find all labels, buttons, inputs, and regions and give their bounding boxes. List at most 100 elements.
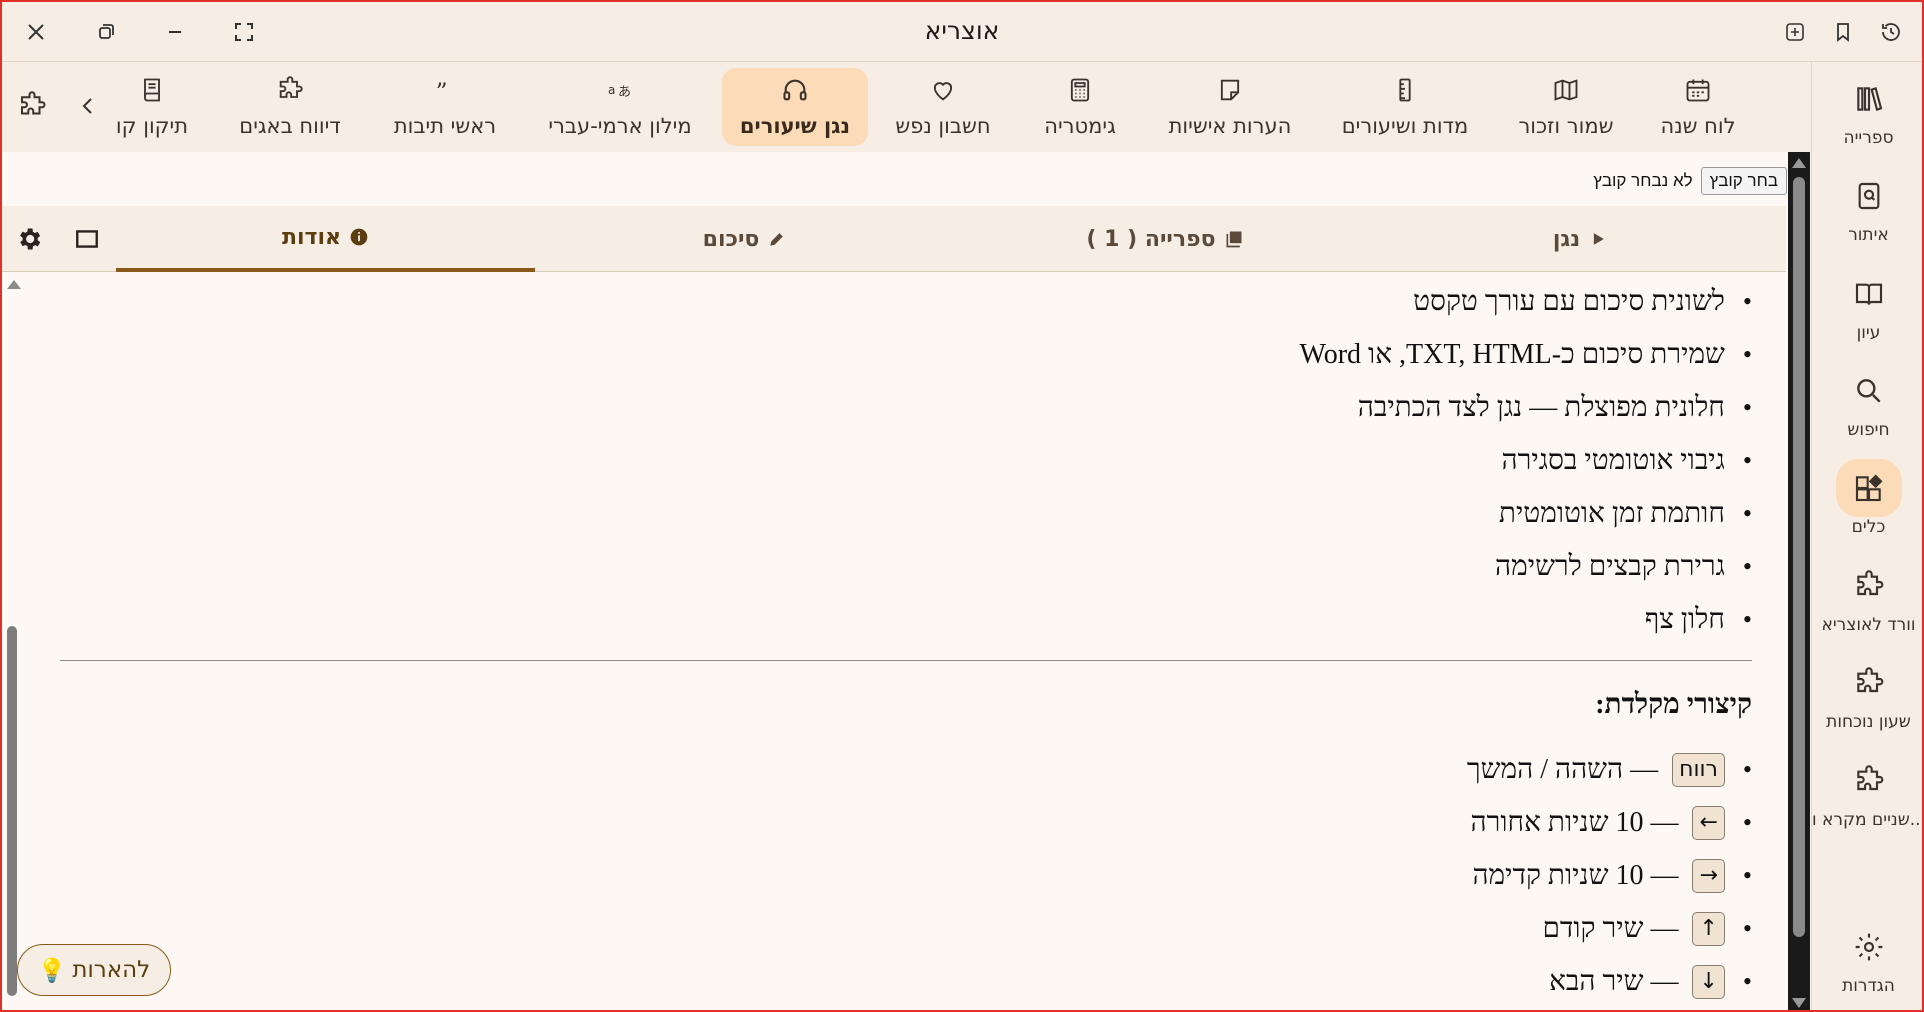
heart-icon bbox=[888, 76, 998, 106]
rail-label: חיפוש bbox=[1847, 420, 1890, 440]
map-icon bbox=[1500, 76, 1632, 106]
info-icon bbox=[350, 228, 368, 246]
tool-label: ראשי תיבות bbox=[393, 114, 497, 138]
note-icon bbox=[1155, 76, 1305, 106]
play-icon bbox=[1594, 233, 1605, 245]
list-item: לשונית סיכום עם עורך טקסט bbox=[60, 275, 1752, 328]
chevron-left-icon[interactable] bbox=[70, 88, 106, 124]
key-badge: רווח bbox=[1672, 752, 1725, 787]
key-badge: ↑ bbox=[1692, 911, 1725, 946]
tab-about[interactable]: אודות bbox=[116, 206, 535, 272]
shortcut-item: ↑— שיר קודם bbox=[60, 902, 1752, 955]
tool-label: תיקון קו bbox=[115, 114, 189, 138]
rail-item-library[interactable]: ספרייה bbox=[1812, 70, 1924, 160]
tool-bug-report[interactable]: דיווח באגים bbox=[232, 68, 348, 146]
rail-item-tools[interactable]: כלים bbox=[1812, 459, 1924, 549]
rail-label: הגדרות bbox=[1842, 976, 1895, 996]
window-mode-icon[interactable] bbox=[72, 224, 102, 254]
tab-label: נגן bbox=[1552, 226, 1581, 252]
rail-item-study[interactable]: עיון bbox=[1812, 265, 1924, 355]
puzzle-icon bbox=[1836, 752, 1902, 810]
find-book-icon bbox=[1836, 167, 1902, 225]
rail-item-settings[interactable]: הגדרות bbox=[1812, 918, 1924, 1008]
rail-label: וורד לאוצריא bbox=[1821, 615, 1916, 635]
left-scroll-up-arrow[interactable] bbox=[7, 280, 21, 289]
key-badge: ← bbox=[1692, 805, 1725, 840]
shortcut-item: →— 10 שניות קדימה bbox=[60, 849, 1752, 902]
tool-cheshbon-nefesh[interactable]: חשבון נפש bbox=[888, 68, 998, 146]
tab-label: סיכום bbox=[702, 226, 760, 252]
title-bar: אוצריא bbox=[0, 0, 1924, 62]
tool-line-fix[interactable]: תיקון קו bbox=[108, 68, 196, 146]
books-icon bbox=[1836, 70, 1902, 128]
content-scrollbar[interactable] bbox=[1788, 152, 1810, 1012]
tool-shamor-vezachor[interactable]: שמור וזכור bbox=[1500, 68, 1632, 146]
open-book-icon bbox=[1836, 265, 1902, 323]
calculator-icon bbox=[1030, 76, 1130, 106]
feedback-label: להארות bbox=[72, 957, 151, 983]
rail-label: ספרייה bbox=[1843, 128, 1894, 148]
rail-item-shnayim-mikra[interactable]: שניים מקרא ו... bbox=[1812, 752, 1924, 842]
tool-calendar[interactable]: לוח שנה bbox=[1640, 68, 1756, 146]
list-item: גרירת קבצים לרשימה bbox=[60, 540, 1752, 593]
player-tabs: אודות סיכום ספרייה ( 1 ) נגן bbox=[0, 206, 1786, 272]
tools-toolbar: לוח שנה שמור וזכור מדות ושיעורים הערות א… bbox=[0, 62, 1811, 152]
tab-player[interactable]: נגן bbox=[1375, 206, 1786, 272]
library-icon bbox=[1226, 231, 1242, 248]
list-item: שמירת סיכום כ-TXT, HTML, או Word bbox=[60, 328, 1752, 381]
rail-label: כלים bbox=[1851, 517, 1886, 537]
lightbulb-icon: 💡 bbox=[37, 957, 67, 984]
gear-icon[interactable] bbox=[14, 224, 44, 254]
rail-item-find[interactable]: איתור bbox=[1812, 167, 1924, 257]
scroll-down-arrow[interactable] bbox=[1792, 998, 1806, 1008]
new-tab-icon[interactable] bbox=[1777, 14, 1813, 50]
gear-icon bbox=[1836, 918, 1902, 976]
history-icon[interactable] bbox=[1873, 14, 1909, 50]
feature-list: לשונית סיכום עם עורך טקסט שמירת סיכום כ-… bbox=[60, 275, 1752, 646]
tool-label: דיווח באגים bbox=[239, 114, 341, 138]
tool-label: שמור וזכור bbox=[1518, 114, 1614, 138]
tab-summary[interactable]: סיכום bbox=[535, 206, 955, 272]
about-content: לשונית סיכום עם עורך טקסט שמירת סיכום כ-… bbox=[60, 275, 1752, 1008]
tool-label: מדות ושיעורים bbox=[1341, 114, 1469, 138]
ruler-icon bbox=[1330, 76, 1480, 106]
choose-file-button[interactable]: בחר קובץ bbox=[1700, 167, 1787, 195]
feedback-button[interactable]: להארות 💡 bbox=[17, 944, 171, 996]
shortcut-item: רווח— השהה / המשך bbox=[60, 743, 1752, 796]
tool-label: מילון ארמי-עברי bbox=[548, 114, 692, 138]
puzzle-icon bbox=[232, 76, 348, 106]
shortcut-list: רווח— השהה / המשך ←— 10 שניות אחורה →— 1… bbox=[60, 743, 1752, 1008]
tool-measures[interactable]: מדות ושיעורים bbox=[1330, 68, 1480, 146]
puzzle-icon bbox=[1836, 654, 1902, 712]
extensions-puzzle-icon[interactable] bbox=[12, 86, 52, 126]
tool-label: הערות אישיות bbox=[1168, 114, 1292, 138]
tool-aramaic-dictionary[interactable]: aあ מילון ארמי-עברי bbox=[540, 68, 700, 146]
scroll-up-arrow[interactable] bbox=[1792, 158, 1806, 168]
key-badge: → bbox=[1692, 858, 1725, 893]
tool-acronyms[interactable]: ” ראשי תיבות bbox=[384, 68, 506, 146]
calendar-icon bbox=[1640, 76, 1756, 106]
tab-library[interactable]: ספרייה ( 1 ) bbox=[955, 206, 1375, 272]
divider bbox=[60, 660, 1752, 661]
tool-personal-notes[interactable]: הערות אישיות bbox=[1155, 68, 1305, 146]
rail-label: שניים מקרא ו... bbox=[1812, 810, 1924, 830]
rail-item-attendance-clock[interactable]: שעון נוכחות bbox=[1812, 654, 1924, 744]
rail-label: איתור bbox=[1848, 225, 1889, 245]
puzzle-icon bbox=[1836, 557, 1902, 615]
bookmark-icon[interactable] bbox=[1825, 14, 1861, 50]
tool-label: חשבון נפש bbox=[895, 114, 991, 138]
shortcut-item: ←— 10 שניות אחורה bbox=[60, 796, 1752, 849]
app-title: אוצריא bbox=[924, 16, 1000, 45]
search-icon bbox=[1836, 362, 1902, 420]
left-scrollbar-thumb[interactable] bbox=[7, 626, 17, 996]
tool-label: גימטריה bbox=[1044, 114, 1116, 138]
rail-item-search[interactable]: חיפוש bbox=[1812, 362, 1924, 452]
tool-lesson-player[interactable]: נגן שיעורים bbox=[722, 68, 868, 146]
scrollbar-thumb[interactable] bbox=[1793, 177, 1805, 937]
tool-gematria[interactable]: גימטריה bbox=[1030, 68, 1130, 146]
quote-icon: ” bbox=[384, 76, 506, 106]
shortcuts-title: קיצורי מקלדת: bbox=[1595, 689, 1752, 720]
rail-item-word-to-otzaria[interactable]: וורד לאוצריא bbox=[1812, 557, 1924, 647]
file-status: לא נבחר קובץ bbox=[1593, 171, 1693, 190]
tools-icon bbox=[1836, 459, 1902, 517]
